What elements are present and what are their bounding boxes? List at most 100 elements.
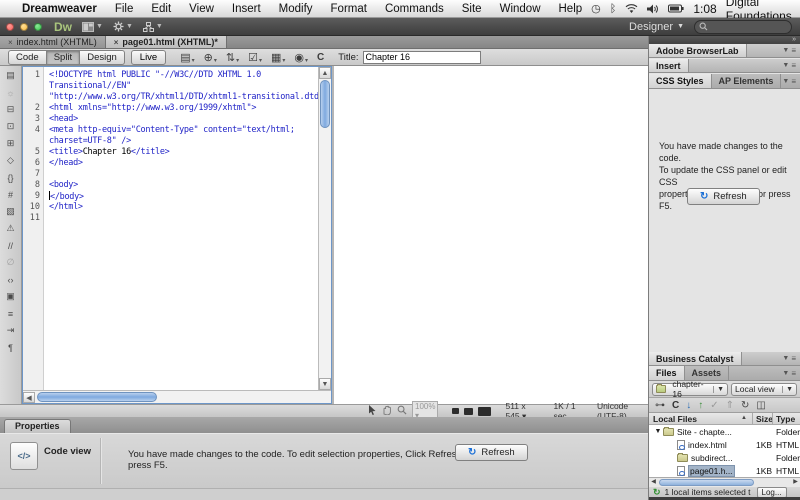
volume-icon[interactable] [647, 4, 659, 14]
close-window-button[interactable] [6, 23, 14, 31]
select-parent-tag-icon[interactable]: ◇ [3, 154, 18, 167]
app-search-input[interactable] [711, 21, 785, 33]
live-view-options-icon[interactable]: ◉▾ [294, 51, 308, 64]
zoom-tool-icon[interactable] [397, 405, 407, 417]
scroll-right-button[interactable]: ▶ [791, 478, 800, 487]
panel-arrow-icon[interactable]: ▼ [782, 47, 789, 54]
zoom-window-button[interactable] [34, 23, 42, 31]
expander-icon[interactable]: ▼ [653, 428, 663, 435]
file-name[interactable]: page01.h... [688, 465, 735, 477]
browserlab-panel-header[interactable]: Adobe BrowserLab ▼≡ [649, 44, 800, 58]
panel-menu-icon[interactable]: ≡ [791, 46, 796, 55]
app-search-box[interactable] [694, 20, 792, 34]
panel-arrow-icon[interactable]: ▼ [782, 62, 789, 69]
menu-edit[interactable]: Edit [142, 3, 180, 15]
panel-arrow-icon[interactable]: ▼ [782, 355, 789, 362]
preview-in-browser-icon[interactable]: ⊕▾ [204, 51, 217, 64]
file-name[interactable]: subdirect... [691, 453, 733, 463]
workspace-switcher[interactable]: Designer▼ [629, 21, 684, 33]
menu-modify[interactable]: Modify [270, 3, 322, 15]
sort-icon[interactable]: ▲ [741, 415, 747, 421]
expand-collapse-icon[interactable]: ◫ [756, 400, 765, 411]
desktop-size-icon[interactable] [478, 407, 491, 416]
document-tab[interactable]: ×page01.html (XHTML)* [106, 36, 227, 48]
wifi-icon[interactable] [625, 4, 638, 14]
file-name[interactable]: index.html [688, 440, 727, 450]
panel-menu-icon[interactable]: ≡ [791, 61, 796, 70]
refresh-icon[interactable]: C [672, 400, 679, 411]
scroll-left-button[interactable]: ◀ [23, 392, 35, 403]
file-row[interactable]: index.html1KBHTML File [649, 438, 800, 451]
document-tab[interactable]: ×index.html (XHTML) [0, 36, 106, 48]
site-menu-button[interactable]: ▼ [143, 22, 163, 32]
get-files-icon[interactable]: ↓ [686, 400, 691, 411]
menu-format[interactable]: Format [322, 3, 376, 15]
put-files-icon[interactable]: ↑ [698, 400, 703, 411]
menu-commands[interactable]: Commands [376, 3, 453, 15]
code-editor-pane[interactable]: 1234567891011 <!DOCTYPE html PUBLIC "-//… [22, 66, 332, 404]
vertical-scroll-thumb[interactable] [320, 80, 330, 128]
expand-all-icon[interactable]: ⊞ [3, 137, 18, 150]
tab-files[interactable]: Files [649, 366, 685, 380]
remove-comment-icon[interactable]: ∅ [3, 256, 18, 269]
panel-menu[interactable]: ▼≡ [782, 74, 800, 88]
code-vertical-scrollbar[interactable]: ▲ ▼ [318, 67, 331, 390]
connect-remote-icon[interactable]: ⊶ [655, 400, 665, 411]
syntax-error-alerts-icon[interactable]: ⚠ [3, 222, 18, 235]
collapse-full-tag-icon[interactable]: ⊟ [3, 103, 18, 116]
minimize-window-button[interactable] [20, 23, 28, 31]
css-refresh-button[interactable]: ↻ Refresh [687, 188, 760, 205]
site-select[interactable]: chapter-16▼ [652, 383, 728, 396]
check-out-icon[interactable]: ✓ [710, 400, 718, 411]
files-scroll-thumb[interactable] [659, 479, 754, 486]
wrap-tag-icon[interactable]: ‹› [3, 273, 18, 286]
recent-snippets-icon[interactable]: ▣ [3, 290, 18, 303]
close-tab-icon[interactable]: × [114, 38, 119, 47]
design-view-pane[interactable] [332, 66, 648, 404]
document-title-input[interactable] [363, 51, 481, 64]
synchronize-icon[interactable]: ↻ [741, 400, 749, 411]
pointer-tool-icon[interactable] [368, 405, 377, 417]
mobile-size-icon[interactable] [452, 408, 459, 414]
tab-assets[interactable]: Assets [685, 366, 730, 380]
column-type[interactable]: Type [776, 414, 795, 424]
menu-file[interactable]: File [106, 3, 143, 15]
menu-site[interactable]: Site [453, 3, 491, 15]
menu-insert[interactable]: Insert [223, 3, 270, 15]
tablet-size-icon[interactable] [464, 408, 473, 415]
view-split-button[interactable]: Split [47, 50, 80, 65]
refresh-design-view-icon[interactable]: C [317, 52, 324, 63]
scroll-up-button[interactable]: ▲ [319, 67, 331, 79]
file-row[interactable]: ▼Site - chapte...Folder [649, 425, 800, 438]
menu-dreamweaver[interactable]: Dreamweaver [22, 3, 106, 15]
menu-help[interactable]: Help [550, 3, 592, 15]
hand-tool-icon[interactable] [382, 405, 392, 417]
file-management-icon[interactable]: ▤▾ [180, 51, 194, 64]
menu-window[interactable]: Window [491, 3, 550, 15]
format-source-code-icon[interactable]: ¶ [3, 341, 18, 354]
line-numbers-icon[interactable]: # [3, 188, 18, 201]
live-view-button[interactable]: Live [131, 50, 166, 65]
validate-markup-icon[interactable]: ⇅▾ [226, 51, 239, 64]
menu-view[interactable]: View [180, 3, 223, 15]
highlight-invalid-code-icon[interactable]: ▧ [3, 205, 18, 218]
check-browser-compat-icon[interactable]: ☑▾ [248, 51, 262, 64]
tab-css-styles[interactable]: CSS Styles [649, 74, 712, 88]
log-button[interactable]: Log... [757, 487, 787, 498]
column-size[interactable]: Size [756, 414, 773, 424]
layout-switcher-button[interactable]: ▼ [82, 22, 103, 32]
view-design-button[interactable]: Design [80, 50, 125, 65]
bluetooth-icon[interactable]: ᛒ [610, 3, 617, 15]
horizontal-scroll-thumb[interactable] [37, 392, 157, 402]
apply-comment-icon[interactable]: // [3, 239, 18, 252]
check-in-icon[interactable]: ⇑ [726, 400, 734, 411]
visual-aids-icon[interactable]: ▦▾ [271, 51, 285, 64]
show-code-navigator-icon[interactable]: ☼ [3, 86, 18, 99]
indent-code-icon[interactable]: ⇥ [3, 324, 18, 337]
insert-panel-header[interactable]: Insert ▼≡ [649, 59, 800, 73]
battery-icon[interactable] [668, 4, 684, 13]
code-horizontal-scrollbar[interactable]: ◀ [23, 390, 331, 403]
panel-menu-icon[interactable]: ≡ [791, 354, 796, 363]
clock-icon[interactable]: ◷ [591, 2, 601, 15]
view-code-button[interactable]: Code [8, 50, 47, 65]
